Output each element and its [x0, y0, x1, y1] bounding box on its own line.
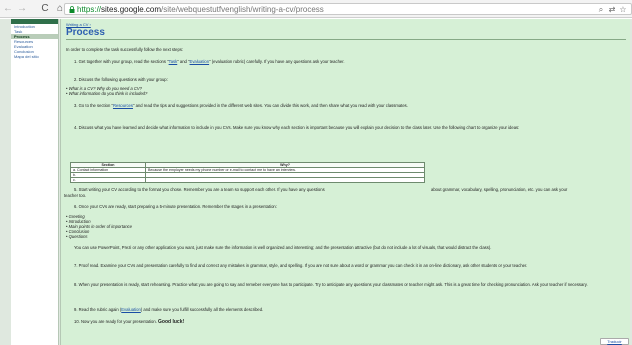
title-divider — [66, 39, 626, 40]
translate-icon[interactable]: ⇄ — [608, 5, 616, 14]
question-2-text: What information do you think is include… — [68, 91, 148, 96]
sidebar: Introduction Task Process Resources Eval… — [11, 19, 59, 345]
step-5: 5. Start writing your CV according to th… — [74, 187, 325, 192]
evaluation-link-2[interactable]: Evaluation — [121, 307, 141, 312]
lock-icon — [68, 4, 76, 14]
step-1-post: " (evaluation rubric) carefully. If you … — [209, 59, 345, 64]
step-9-pre: 9. Read the rubric again ( — [74, 307, 122, 312]
step-5-continued: about grammar, vocabulary, spelling, pro… — [431, 187, 568, 192]
step-3-post: " and read the tips and suggestions prov… — [132, 103, 408, 108]
evaluation-link[interactable]: Evaluation — [190, 59, 210, 64]
url-path: /site/webquestutfvenglish/writing-a-cv/p… — [161, 4, 324, 14]
bookmark-star-icon[interactable]: ☆ — [619, 5, 627, 14]
page-viewport: Introduction Task Process Resources Eval… — [0, 19, 632, 345]
step-1-mid: " and " — [177, 59, 190, 64]
step-1: 1. Get together with your group, read th… — [74, 59, 629, 64]
organizer-table: Section Why? a. Contact information Beca… — [70, 162, 425, 183]
url-scheme: https:// — [77, 4, 102, 14]
good-luck-text: Good luck! — [158, 319, 185, 325]
step-4: 4. Discuss what you have learned and dec… — [74, 125, 520, 130]
presentation-note: You can use PowerPoint, Prezi or any oth… — [74, 245, 492, 250]
stage-5: • Questions — [66, 234, 88, 239]
stage-5-text: Questions — [68, 234, 88, 239]
step-9-post: ) and make sure you fulfill successfully… — [140, 307, 264, 312]
url-host: sites.google.com — [101, 4, 162, 14]
step-8: 8. When your presentation is ready, star… — [74, 282, 588, 287]
step-10: 10. Now you are ready for your presentat… — [74, 319, 629, 325]
question-2: • What information do you think is inclu… — [66, 91, 148, 96]
step-3: 3. Go to the section "Resources" and rea… — [74, 103, 629, 108]
translate-badge[interactable]: Traducir — [600, 338, 629, 345]
step-6: 6. Once your CVs are ready, start prepar… — [74, 204, 277, 209]
task-link[interactable]: Task — [169, 59, 178, 64]
step-9: 9. Read the rubric again (Evaluation) an… — [74, 307, 629, 312]
step-7: 7. Proof read. Examine your CVs and pres… — [74, 263, 528, 268]
sidebar-item-site-map[interactable]: Mapa del sitio — [11, 54, 58, 59]
intro-text: In order to complete the task successful… — [66, 47, 184, 52]
step-3-pre: 3. Go to the section " — [74, 103, 113, 108]
reload-icon[interactable]: C — [40, 2, 50, 16]
table-row: c. — [70, 177, 425, 183]
main-content: Writing a CV › Process In order to compl… — [60, 19, 630, 345]
step-10-pre: 10. Now you are ready for your presentat… — [74, 319, 159, 324]
page-title: Process — [66, 27, 105, 38]
step-5-end: teacher too. — [64, 193, 87, 198]
search-icon[interactable]: ⌕ — [597, 5, 605, 14]
table-cell: c. — [70, 177, 146, 183]
table-cell — [145, 177, 425, 183]
browser-toolbar: ← → C ⌂ https:// sites.google.com /site/… — [0, 0, 632, 18]
step-1-pre: 1. Get together with your group, read th… — [74, 59, 169, 64]
step-2: 2. Discuss the following questions with … — [74, 77, 168, 82]
forward-arrow-icon[interactable]: → — [17, 2, 27, 16]
resources-link[interactable]: Resources — [113, 103, 133, 108]
address-bar[interactable]: https:// sites.google.com /site/webquest… — [64, 3, 632, 15]
back-arrow-icon[interactable]: ← — [3, 2, 13, 16]
